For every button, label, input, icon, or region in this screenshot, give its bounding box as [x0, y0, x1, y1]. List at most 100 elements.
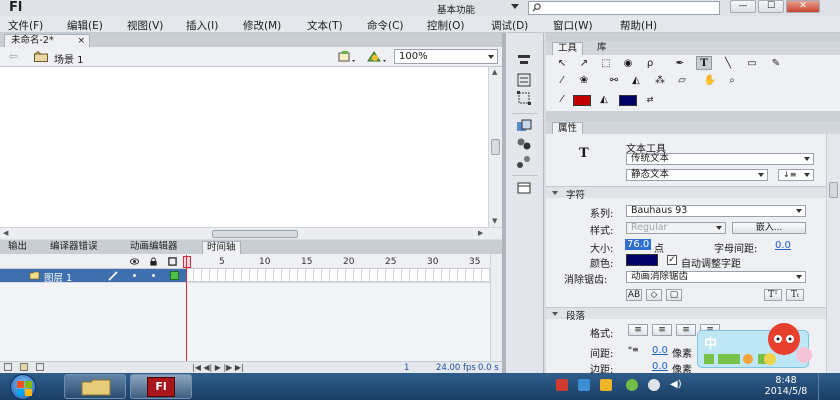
eraser-tool-icon[interactable]: ▱: [674, 74, 690, 88]
lock-icon[interactable]: [149, 257, 158, 266]
tab-output[interactable]: 输出: [4, 241, 31, 254]
selection-tool-icon[interactable]: ↖: [554, 57, 570, 71]
zoom-select[interactable]: 100%: [394, 49, 498, 64]
tab-library[interactable]: 库: [592, 42, 612, 55]
menu-edit[interactable]: 编辑(E): [67, 18, 103, 33]
letter-spacing-value[interactable]: 0.0: [775, 240, 791, 251]
3d-rotation-tool-icon[interactable]: ◉: [620, 57, 636, 71]
text-tool-icon[interactable]: T: [696, 56, 712, 70]
margin-value[interactable]: 0.0: [652, 361, 668, 372]
properties-scrollbar[interactable]: [826, 134, 840, 373]
edit-scene-icon[interactable]: [366, 50, 388, 64]
code-snippets-icon[interactable]: [516, 155, 532, 169]
workspace-switcher[interactable]: 基本功能: [437, 2, 475, 16]
brush-tool-icon[interactable]: ⁄: [554, 74, 570, 88]
menu-text[interactable]: 文本(T): [307, 18, 343, 33]
timeline-scrollbar[interactable]: [490, 254, 502, 361]
eye-icon[interactable]: [130, 257, 139, 266]
lock-dot[interactable]: [152, 274, 155, 277]
pencil-tool-icon[interactable]: ✎: [768, 57, 784, 71]
free-transform-tool-icon[interactable]: ⬚: [598, 57, 614, 71]
scroll-down-icon[interactable]: ▼: [492, 217, 497, 225]
align-center-button[interactable]: ≡: [652, 324, 672, 336]
bone-tool-icon[interactable]: ⚯: [606, 74, 622, 88]
outline-icon[interactable]: [168, 257, 177, 266]
show-border-button[interactable]: ▢: [666, 289, 682, 301]
rectangle-tool-icon[interactable]: ▭: [744, 57, 760, 71]
edit-symbols-icon[interactable]: [337, 50, 357, 64]
close-button[interactable]: ✕: [786, 0, 820, 13]
back-arrow-icon[interactable]: ⇦: [9, 50, 18, 63]
menu-help[interactable]: 帮助(H): [620, 18, 657, 33]
superscript-button[interactable]: Tᵀ: [764, 289, 782, 301]
auto-kern-checkbox[interactable]: ✓: [667, 255, 677, 265]
transform-panel-icon[interactable]: [516, 91, 532, 105]
selectable-text-button[interactable]: AB: [626, 289, 642, 301]
info-panel-icon[interactable]: [516, 73, 532, 87]
menu-window[interactable]: 窗口(W): [553, 18, 593, 33]
tray-network-icon[interactable]: [648, 379, 660, 391]
ime-toolbar[interactable]: 中: [697, 323, 812, 368]
panel-group-header[interactable]: [546, 33, 840, 41]
stage-horizontal-scrollbar[interactable]: ◀ ▶: [0, 227, 502, 239]
indent-value[interactable]: 0.0: [652, 345, 668, 356]
system-clock[interactable]: 8:48 2014/5/8: [762, 375, 810, 397]
stage-canvas[interactable]: [0, 67, 488, 227]
eyedropper-tool-icon[interactable]: ⁂: [652, 74, 668, 88]
search-input[interactable]: [528, 1, 720, 15]
playback-controls-icon[interactable]: |◀ ◀| ▶ |▶ ▶|: [192, 363, 244, 372]
chevron-down-icon[interactable]: [511, 4, 519, 9]
timeline-frames[interactable]: [186, 269, 490, 282]
swap-colors-icon[interactable]: ⇄: [642, 93, 658, 107]
taskbar-app-explorer[interactable]: [64, 374, 126, 399]
tray-app-icon[interactable]: [626, 379, 638, 391]
frame-rate[interactable]: 24.00 fps: [436, 363, 476, 373]
scroll-thumb[interactable]: [212, 230, 298, 238]
align-right-button[interactable]: ≡: [676, 324, 696, 336]
components-panel-icon[interactable]: [516, 119, 532, 133]
scroll-thumb[interactable]: [491, 139, 500, 155]
movie-explorer-icon[interactable]: [516, 181, 532, 195]
tab-timeline[interactable]: 时间轴: [202, 241, 241, 254]
render-html-button[interactable]: ◇: [646, 289, 662, 301]
deco-tool-icon[interactable]: ❀: [576, 74, 592, 88]
embed-button[interactable]: 嵌入...: [732, 222, 806, 234]
layer-name[interactable]: 图层 1: [44, 270, 72, 284]
close-icon[interactable]: ×: [77, 35, 85, 47]
playhead-handle[interactable]: [183, 256, 191, 268]
fill-color-swatch[interactable]: [619, 95, 637, 106]
tab-motion-editor[interactable]: 动画编辑器: [126, 241, 182, 254]
motion-presets-icon[interactable]: [516, 137, 532, 151]
font-style-select[interactable]: Regular: [626, 222, 726, 234]
font-size-value[interactable]: 76.0: [625, 239, 652, 250]
delete-layer-icon[interactable]: [36, 363, 44, 371]
tray-antivirus-icon[interactable]: [556, 379, 568, 391]
layer-row[interactable]: 图层 1: [0, 269, 186, 284]
section-character[interactable]: 字符: [546, 186, 826, 201]
new-layer-icon[interactable]: [4, 363, 12, 371]
paint-bucket-tool-icon[interactable]: ◭: [628, 74, 644, 88]
pen-tool-icon[interactable]: ✒: [672, 57, 688, 71]
subscript-button[interactable]: Tₜ: [786, 289, 804, 301]
hand-tool-icon[interactable]: ✋: [702, 74, 718, 88]
align-panel-icon[interactable]: [516, 53, 532, 67]
text-engine-select[interactable]: 传统文本: [626, 153, 814, 165]
tab-compiler-errors[interactable]: 编译器错误: [46, 241, 102, 254]
start-button[interactable]: [10, 374, 36, 400]
menu-file[interactable]: 文件(F): [8, 18, 43, 33]
zoom-tool-icon[interactable]: ⌕: [724, 74, 740, 88]
menu-insert[interactable]: 插入(I): [186, 18, 218, 33]
tray-app-icon[interactable]: [600, 379, 612, 391]
anti-alias-select[interactable]: 动画消除锯齿: [626, 271, 806, 283]
show-desktop-button[interactable]: [818, 373, 840, 400]
new-folder-icon[interactable]: [20, 363, 28, 371]
taskbar-app-flash[interactable]: Fl: [130, 374, 192, 399]
scroll-up-icon[interactable]: ▲: [492, 68, 497, 76]
menu-control[interactable]: 控制(O): [427, 18, 464, 33]
scroll-left-icon[interactable]: ◀: [3, 229, 8, 237]
document-tab[interactable]: 未命名-2* ×: [4, 34, 90, 47]
volume-icon[interactable]: ◀): [670, 379, 682, 391]
minimize-button[interactable]: —: [730, 0, 756, 13]
stage-vertical-scrollbar[interactable]: ▲ ▼: [488, 67, 502, 227]
menu-debug[interactable]: 调试(D): [491, 18, 528, 33]
